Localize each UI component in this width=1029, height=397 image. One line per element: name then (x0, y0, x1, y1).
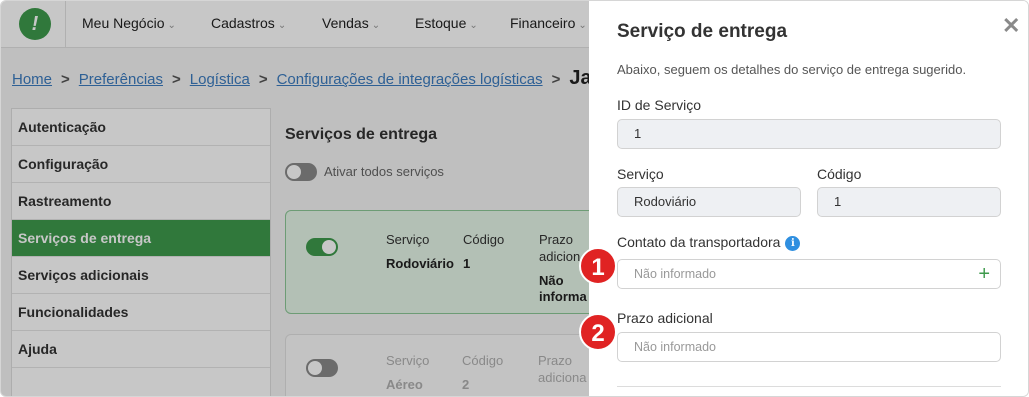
contact-input[interactable]: Não informado + (617, 259, 1001, 289)
add-icon[interactable]: + (978, 260, 990, 288)
prazo-input[interactable]: Não informado (617, 332, 1001, 362)
drawer-subtitle: Abaixo, seguem os detalhes do serviço de… (617, 62, 967, 77)
modal-backdrop[interactable] (1, 1, 589, 396)
close-icon[interactable]: ✕ (1002, 13, 1020, 39)
annotation-badge: 1 (579, 247, 617, 285)
annotation-badge: 2 (579, 313, 617, 351)
service-label: Serviço (617, 166, 664, 182)
code-field: 1 (817, 187, 1001, 217)
app-window: ! Meu Negócio ⌄ Cadastros ⌄ Vendas ⌄ Estoqu… (0, 0, 1029, 397)
prazo-label: Prazo adicional (617, 310, 713, 326)
service-id-field: 1 (617, 119, 1001, 149)
service-field: Rodoviário (617, 187, 801, 217)
contact-placeholder: Não informado (634, 267, 716, 281)
code-label: Código (817, 166, 862, 182)
drawer-title: Serviço de entrega (617, 21, 788, 42)
contact-label-text: Contato da transportadora (617, 234, 781, 250)
drawer-divider (617, 386, 1001, 387)
info-icon[interactable]: i (785, 236, 801, 251)
service-id-label: ID de Serviço (617, 97, 702, 113)
service-detail-drawer: Serviço de entrega ✕ Abaixo, seguem os d… (589, 1, 1028, 396)
contact-label: Contato da transportadora i (617, 234, 801, 251)
